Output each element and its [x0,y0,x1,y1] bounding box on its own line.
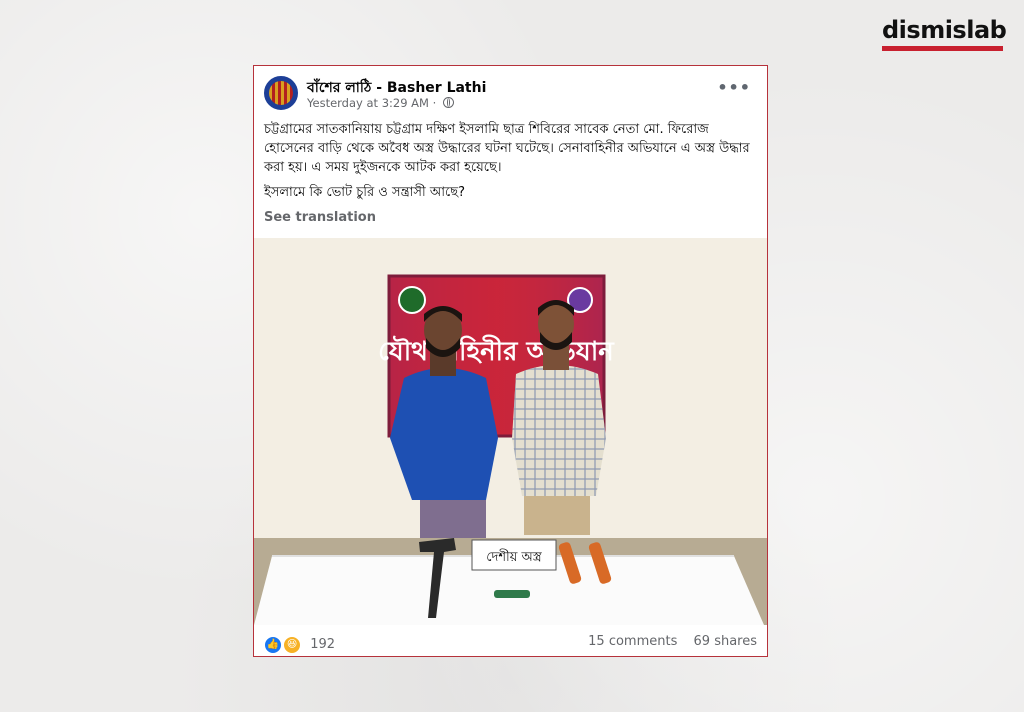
post-body-question: ইসলামে কি ভোট চুরি ও সন্ত্রাসী আছে? [264,185,465,200]
globe-icon [442,97,454,108]
reactions-summary[interactable]: 👍 😆 192 [264,634,336,654]
banner-text: যৌথ বাহিনীর অভিযান [378,334,615,367]
facebook-post-card: বাঁশের লাঠি - Basher Lathi Yesterday at … [253,65,768,657]
table-sign-text: দেশীয় অস্ত্র [486,549,543,565]
comments-count-link[interactable]: 15 comments [588,634,677,649]
reaction-count: 192 [310,637,336,652]
post-photo[interactable]: যৌথ বাহিনীর অভিযান দেশীয় অস্ত্র [254,238,767,625]
engagement-stats: 15 comments 69 shares [588,634,757,649]
post-meta: Yesterday at 3:29 AM · [307,96,454,110]
avatar-emblem-icon [269,81,293,105]
see-translation-link[interactable]: See translation [264,210,376,225]
page-avatar[interactable] [264,76,298,110]
meta-separator: · [432,96,437,110]
weapon-cartridges [494,590,530,598]
like-icon: 👍 [264,635,282,654]
shares-count-link[interactable]: 69 shares [694,634,757,649]
dismislab-logo: dismislab [882,16,1007,44]
banner-emblem-left-icon [398,286,426,314]
photo-illustration: যৌথ বাহিনীর অভিযান দেশীয় অস্ত্র [254,238,767,625]
post-body: চট্টগ্রামের সাতকানিয়ায় চট্টগ্রাম দক্ষি… [264,120,759,208]
dismislab-logo-underline [882,46,1003,51]
more-options-icon[interactable]: ••• [717,78,751,97]
haha-icon: 😆 [283,635,302,654]
post-timestamp[interactable]: Yesterday at 3:29 AM [307,96,429,110]
table-sign: দেশীয় অস্ত্র [471,539,557,571]
post-body-paragraph: চট্টগ্রামের সাতকানিয়ায় চট্টগ্রাম দক্ষি… [264,122,750,175]
